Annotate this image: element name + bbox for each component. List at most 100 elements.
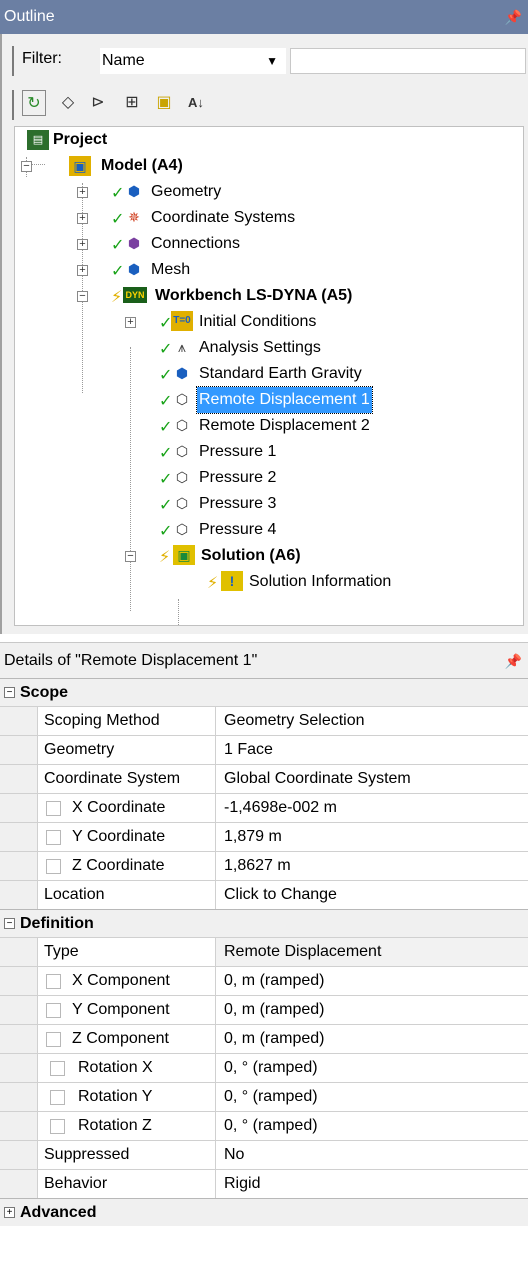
parameter-checkbox[interactable] — [46, 1003, 61, 1018]
mesh-icon: ⬢ — [127, 261, 141, 277]
project-icon: ▤ — [27, 130, 49, 150]
row-rotation-z[interactable]: Rotation Z 0, ° (ramped) — [0, 1111, 528, 1141]
outline-toolbar: ↻ ◇ ⊳ ⊞ ▣ A↓ — [16, 90, 316, 120]
filter-label: Filter: — [22, 50, 62, 67]
parameter-checkbox[interactable] — [46, 801, 61, 816]
row-type[interactable]: Type Remote Displacement — [0, 937, 528, 967]
tree-node-analysis-settings[interactable]: ✓ ⩚ Analysis Settings — [19, 335, 323, 361]
parameter-checkbox[interactable] — [46, 974, 61, 989]
outline-titlebar: Outline 📌 — [0, 0, 528, 34]
geometry-icon: ⬢ — [127, 183, 141, 199]
expand-icon[interactable]: + — [77, 213, 88, 224]
plus-box-icon[interactable]: ⊞ — [120, 90, 144, 116]
tree-node-solution-information[interactable]: ⚡ ! Solution Information — [19, 569, 393, 595]
collapse-icon[interactable]: − — [77, 291, 88, 302]
coordinate-system-icon: ✵ — [128, 209, 140, 225]
tree-node-standard-earth-gravity[interactable]: ✓ ⬢ Standard Earth Gravity — [19, 361, 364, 387]
tree-node-pressure-3[interactable]: ✓ ⬡ Pressure 3 — [19, 491, 278, 517]
row-rotation-y[interactable]: Rotation Y 0, ° (ramped) — [0, 1082, 528, 1112]
chevron-down-icon: ▼ — [266, 54, 278, 68]
refresh-icon[interactable]: ↻ — [22, 90, 46, 116]
tree-node-remote-displacement-1[interactable]: ✓ ⬡ Remote Displacement 1 — [19, 386, 373, 414]
analysis-settings-icon: ⩚ — [178, 339, 186, 355]
outline-title: Outline — [4, 8, 55, 25]
expand-icon[interactable]: + — [77, 265, 88, 276]
row-rotation-x[interactable]: Rotation X 0, ° (ramped) — [0, 1053, 528, 1083]
group-definition[interactable]: − Definition — [0, 909, 528, 937]
tree-node-project[interactable]: ▤ Project — [19, 127, 109, 153]
tree-node-geometry[interactable]: + ✓ ⬢ Geometry — [19, 179, 223, 205]
tree-node-pressure-1[interactable]: ✓ ⬡ Pressure 1 — [19, 439, 278, 465]
tree-node-pressure-2[interactable]: ✓ ⬡ Pressure 2 — [19, 465, 278, 491]
remote-displacement-icon: ⬡ — [175, 417, 189, 433]
tree-node-model[interactable]: − ▣ Model (A4) — [19, 153, 185, 179]
filter-value: Name — [102, 52, 145, 69]
row-coordinate-system[interactable]: Coordinate System Global Coordinate Syst… — [0, 764, 528, 794]
parameter-checkbox[interactable] — [46, 1032, 61, 1047]
folder-icon[interactable]: ▣ — [152, 90, 176, 116]
pin-icon[interactable]: 📌 — [505, 0, 522, 34]
tree-node-solution[interactable]: − ⚡ ▣ Solution (A6) — [19, 543, 303, 569]
row-behavior[interactable]: Behavior Rigid — [0, 1169, 528, 1199]
row-location[interactable]: Location Click to Change — [0, 880, 528, 910]
filter-dropdown[interactable]: Name ▼ — [100, 48, 286, 74]
tree-guide — [178, 599, 179, 625]
collapse-icon[interactable]: − — [4, 918, 15, 929]
lightning-icon: ⚡ — [111, 289, 123, 306]
collapse-icon[interactable]: − — [4, 687, 15, 698]
tree-node-remote-displacement-2[interactable]: ✓ ⬡ Remote Displacement 2 — [19, 413, 372, 439]
parameter-checkbox[interactable] — [46, 830, 61, 845]
tree-node-coordinate-systems[interactable]: + ✓ ✵ Coordinate Systems — [19, 205, 297, 231]
tree-node-connections[interactable]: + ✓ ⬢ Connections — [19, 231, 242, 257]
row-x-component[interactable]: X Component 0, m (ramped) — [0, 966, 528, 996]
tree-node-workbench-ls-dyna[interactable]: − ⚡ DYN Workbench LS-DYNA (A5) — [19, 283, 354, 309]
row-geometry[interactable]: Geometry 1 Face — [0, 735, 528, 765]
pressure-icon: ⬡ — [175, 521, 189, 537]
connections-icon: ⬢ — [127, 235, 141, 251]
collapse-icon[interactable]: − — [21, 161, 32, 172]
group-scope[interactable]: − Scope — [0, 678, 528, 706]
row-suppressed[interactable]: Suppressed No — [0, 1140, 528, 1170]
lightning-icon: ⚡ — [159, 549, 171, 566]
row-z-component[interactable]: Z Component 0, m (ramped) — [0, 1024, 528, 1054]
expand-icon[interactable]: + — [125, 317, 136, 328]
row-y-coordinate[interactable]: Y Coordinate 1,879 m — [0, 822, 528, 852]
expand-icon[interactable]: + — [4, 1207, 15, 1218]
expand-icon[interactable]: ⊳ — [86, 90, 110, 116]
hide-icon[interactable]: ◇ — [56, 90, 80, 116]
toolbar-separator — [12, 90, 14, 120]
expand-icon[interactable]: + — [77, 187, 88, 198]
sort-az-icon[interactable]: A↓ — [184, 90, 208, 116]
remote-displacement-icon: ⬡ — [175, 391, 189, 407]
parameter-checkbox[interactable] — [50, 1119, 65, 1134]
parameter-checkbox[interactable] — [50, 1090, 65, 1105]
details-titlebar: Details of "Remote Displacement 1" 📌 — [0, 642, 528, 678]
initial-conditions-icon: T=0 — [171, 311, 193, 331]
row-y-component[interactable]: Y Component 0, m (ramped) — [0, 995, 528, 1025]
tree-node-initial-conditions[interactable]: + ✓ T=0 Initial Conditions — [19, 309, 318, 335]
parameter-checkbox[interactable] — [46, 859, 61, 874]
details-title: Details of "Remote Displacement 1" — [4, 652, 258, 669]
outline-panel: Filter: Name ▼ ↻ ◇ ⊳ ⊞ ▣ A↓ ▤ Project − … — [0, 34, 528, 634]
row-z-coordinate[interactable]: Z Coordinate 1,8627 m — [0, 851, 528, 881]
pin-icon[interactable]: 📌 — [505, 643, 522, 679]
outline-tree: ▤ Project − ▣ Model (A4) + ✓ ⬢ Geometry … — [14, 126, 524, 626]
row-x-coordinate[interactable]: X Coordinate -1,4698e-002 m — [0, 793, 528, 823]
tree-node-pressure-4[interactable]: ✓ ⬡ Pressure 4 — [19, 517, 278, 543]
dyna-icon: DYN — [123, 287, 147, 303]
gravity-icon: ⬢ — [175, 365, 189, 381]
parameter-checkbox[interactable] — [50, 1061, 65, 1076]
expand-icon[interactable]: + — [77, 239, 88, 250]
lightning-icon: ⚡ — [207, 575, 219, 592]
toolbar-separator — [12, 46, 14, 76]
collapse-icon[interactable]: − — [125, 551, 136, 562]
row-scoping-method[interactable]: Scoping Method Geometry Selection — [0, 706, 528, 736]
pressure-icon: ⬡ — [175, 469, 189, 485]
tree-node-mesh[interactable]: + ✓ ⬢ Mesh — [19, 257, 192, 283]
filter-row: Filter: Name ▼ — [16, 46, 528, 76]
info-icon: ! — [221, 571, 243, 591]
pressure-icon: ⬡ — [175, 443, 189, 459]
solution-icon: ▣ — [173, 545, 195, 565]
filter-input[interactable] — [290, 48, 526, 74]
group-advanced[interactable]: + Advanced — [0, 1198, 528, 1226]
